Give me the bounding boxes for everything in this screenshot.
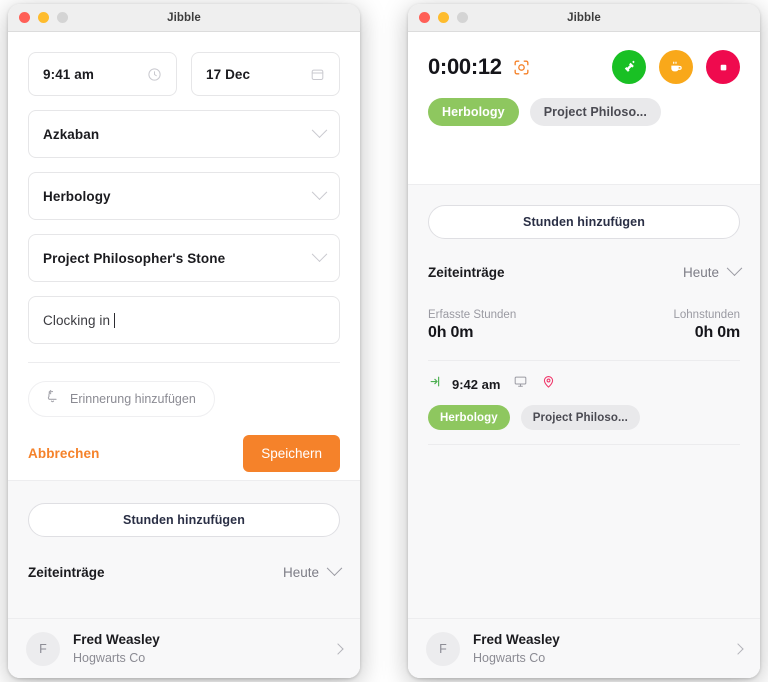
right-lower-panel: Stunden hinzufügen Zeiteinträge Heute Er… [408,184,760,618]
window-right-body: 0:00:12 Herbology Project Philoso... Stu… [408,32,760,678]
add-hours-button[interactable]: Stunden hinzufügen [428,205,740,239]
window-left-body: 9:41 am 17 Dec Azkaban Herbology Project… [8,32,360,678]
titlebar-right: Jibble [408,4,760,32]
stat-payable-value: 0h 0m [694,324,740,342]
date-field[interactable]: 17 Dec [191,52,340,96]
user-name: Fred Weasley [73,632,160,648]
chevron-right-icon [332,642,344,655]
entry-divider-bottom [428,444,740,446]
window-left-new-entry: Jibble 9:41 am 17 Dec Azkaban Herbology … [8,4,360,678]
chip-project[interactable]: Project Philoso... [529,98,661,126]
clock-out-button[interactable] [706,50,740,84]
chevron-down-icon [726,260,743,277]
activity-select[interactable]: Azkaban [28,110,340,158]
note-value: Clocking in [43,312,111,328]
window-title-right: Jibble [567,11,601,24]
entries-title: Zeiteinträge [28,565,105,580]
entry-time: 9:42 am [452,376,501,392]
user-footer-left[interactable]: F Fred Weasley Hogwarts Co [8,618,360,678]
entries-filter-label: Heute [682,265,719,280]
titlebar-left: Jibble [8,4,360,32]
note-input[interactable]: Clocking in [28,296,340,344]
form-divider [28,362,340,363]
clock-in-arrow-icon [428,374,443,394]
chevron-down-icon [311,245,328,264]
user-info: Fred Weasley Hogwarts Co [73,630,160,666]
window-title-left: Jibble [167,11,201,24]
entries-header: Zeiteinträge Heute [428,260,743,280]
window-right-timer: Jibble 0:00:12 Herbology Project Philoso… [408,4,760,678]
timer-bar: 0:00:12 [408,32,760,84]
entry-form: 9:41 am 17 Dec Azkaban Herbology Project… [8,32,360,344]
switch-activity-button[interactable] [612,50,646,84]
user-footer-right[interactable]: F Fred Weasley Hogwarts Co [408,618,760,678]
time-field[interactable]: 9:41 am [28,52,177,96]
left-lower-panel: Stunden hinzufügen Zeiteinträge Heute [8,480,360,618]
subactivity-value: Herbology [43,188,111,204]
form-actions: Abbrechen Speichern [8,417,360,472]
chevron-down-icon [311,183,328,202]
desktop-icon [513,374,528,394]
entries-title: Zeiteinträge [428,265,505,280]
user-name: Fred Weasley [473,632,560,648]
subactivity-select[interactable]: Herbology [28,172,340,220]
stat-payable: Lohnstunden 0h 0m [673,306,740,342]
text-cursor [114,312,116,328]
project-value: Project Philosopher's Stone [43,250,226,266]
calendar-icon [310,67,325,82]
entries-filter-label: Heute [282,565,319,580]
date-value: 17 Dec [206,66,251,82]
entry-chips: Herbology Project Philoso... [428,394,740,431]
active-chips: Herbology Project Philoso... [408,84,760,126]
entry-divider-top [428,360,740,362]
add-hours-button[interactable]: Stunden hinzufügen [28,503,340,537]
user-org: Hogwarts Co [473,650,546,665]
stat-payable-caption: Lohnstunden [673,309,740,321]
save-button[interactable]: Speichern [243,435,340,472]
location-pin-icon [541,374,556,394]
timer-value: 0:00:12 [428,54,502,79]
project-select[interactable]: Project Philosopher's Stone [28,234,340,282]
stat-tracked-value: 0h 0m [428,324,474,342]
timer-controls [612,50,740,84]
user-org: Hogwarts Co [73,650,146,665]
add-reminder-button[interactable]: Erinnerung hinzufügen [28,381,215,417]
add-reminder-label: Erinnerung hinzufügen [70,392,196,406]
entries-header: Zeiteinträge Heute [28,560,343,580]
cancel-button[interactable]: Abbrechen [28,446,99,461]
time-value: 9:41 am [43,66,94,82]
entries-filter[interactable]: Heute [682,260,743,280]
avatar: F [26,631,60,666]
bell-reminder-icon [44,388,61,410]
avatar: F [426,631,460,666]
chevron-down-icon [326,560,343,577]
chevron-right-icon [732,642,744,655]
clock-icon [147,67,162,82]
user-info: Fred Weasley Hogwarts Co [473,630,560,666]
stats-row: Erfasste Stunden 0h 0m Lohnstunden 0h 0m [428,306,740,342]
entry-chip-project[interactable]: Project Philoso... [520,405,640,431]
chevron-down-icon [311,121,328,140]
entry-chip-activity[interactable]: Herbology [428,405,510,431]
face-scan-icon[interactable] [512,58,531,77]
entries-filter[interactable]: Heute [282,560,343,580]
chip-activity[interactable]: Herbology [428,98,519,126]
activity-value: Azkaban [43,126,100,142]
time-date-row: 9:41 am 17 Dec [28,52,340,96]
stat-tracked-caption: Erfasste Stunden [428,309,517,321]
stat-tracked: Erfasste Stunden 0h 0m [428,306,516,342]
take-break-button[interactable] [659,50,693,84]
time-entry-row[interactable]: 9:42 am [428,374,740,394]
screen: Jibble 9:41 am 17 Dec Azkaban Herbology … [0,0,768,682]
